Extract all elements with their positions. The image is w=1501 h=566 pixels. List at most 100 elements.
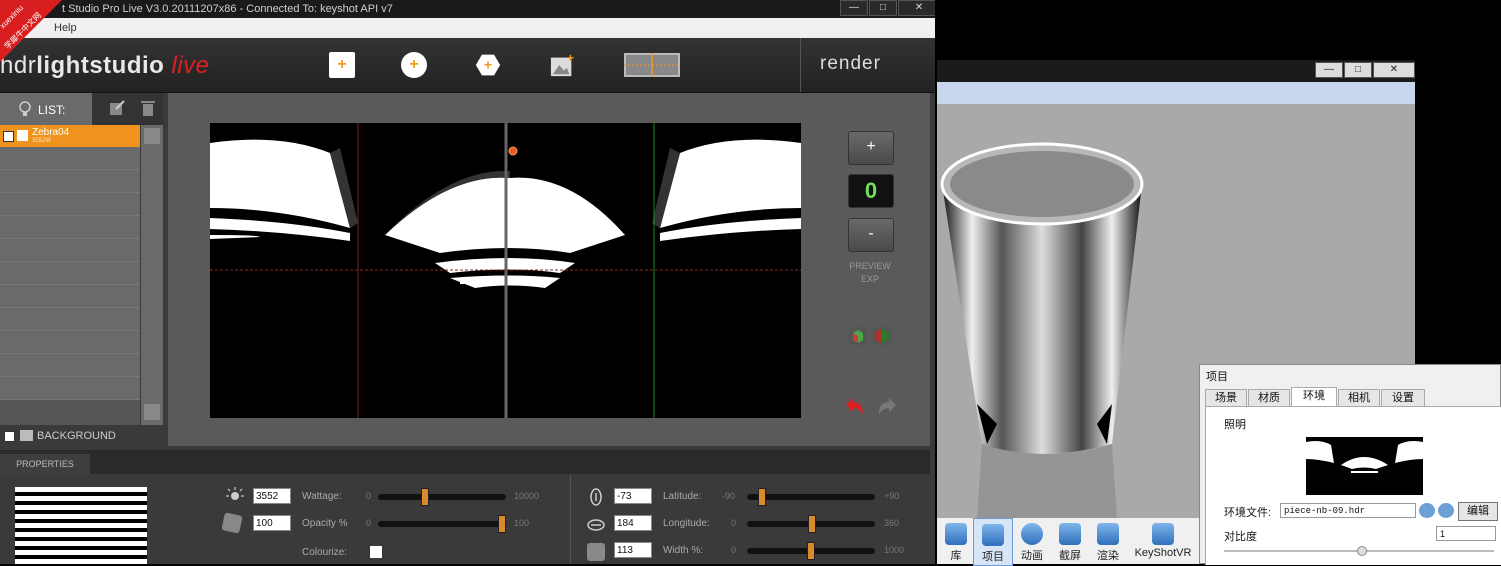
project-panel: 项目 场景 材质 环境 相机 设置 照明 环境文件: piece-nb-09.h… xyxy=(1199,364,1501,565)
list-item xyxy=(0,331,140,354)
cube-view-icon[interactable] xyxy=(848,326,868,346)
longitude-input[interactable]: 184 xyxy=(614,515,652,531)
longitude-icon xyxy=(587,519,605,531)
width-min: 0 xyxy=(731,545,737,555)
contrast-slider[interactable] xyxy=(1224,546,1494,556)
colourize-swatch[interactable] xyxy=(370,546,382,558)
background-label: BACKGROUND xyxy=(37,430,116,442)
watermark-corner xyxy=(0,0,62,62)
list-item xyxy=(0,216,140,239)
longitude-label: Longitude: xyxy=(663,518,710,529)
panorama-view-icon[interactable] xyxy=(624,52,680,78)
contrast-slider-thumb[interactable] xyxy=(1357,546,1367,556)
maximize-button[interactable]: □ xyxy=(869,0,897,16)
undo-icon[interactable] xyxy=(845,396,867,418)
render-teapot-button[interactable]: 渲染 xyxy=(1089,518,1127,564)
render-button[interactable]: render xyxy=(820,53,881,75)
minimize-button[interactable]: — xyxy=(840,0,868,16)
library-button[interactable]: 库 xyxy=(937,518,975,564)
latitude-input[interactable]: -73 xyxy=(614,488,652,504)
background-row[interactable]: BACKGROUND xyxy=(0,426,163,446)
opacity-input[interactable]: 100 xyxy=(253,515,291,531)
scroll-up-icon[interactable] xyxy=(144,128,160,144)
latitude-max: +90 xyxy=(884,491,900,501)
add-hexagon-light-icon[interactable]: + xyxy=(475,52,501,78)
visibility-checkbox[interactable] xyxy=(3,131,14,142)
background-icon xyxy=(20,430,33,441)
list-item xyxy=(0,308,140,331)
redo-icon[interactable] xyxy=(875,396,897,418)
edit-light-icon[interactable] xyxy=(108,99,126,117)
background-checkbox[interactable] xyxy=(4,431,15,442)
environment-preview-image xyxy=(1306,441,1423,473)
light-name: Zebra04 xyxy=(32,127,70,138)
environment-thumbnail[interactable] xyxy=(1306,437,1423,495)
screenshot-button[interactable]: 截屏 xyxy=(1051,518,1089,564)
edit-button[interactable]: 编辑 xyxy=(1458,502,1498,521)
width-icon xyxy=(587,543,605,561)
project-button[interactable]: 项目 xyxy=(973,518,1013,566)
properties-tab[interactable]: PROPERTIES xyxy=(0,454,90,474)
longitude-slider-thumb[interactable] xyxy=(808,515,816,533)
longitude-slider[interactable] xyxy=(747,515,875,533)
width-slider-thumb[interactable] xyxy=(807,542,815,560)
clock-icon xyxy=(1021,523,1043,545)
wattage-label: Wattage: xyxy=(302,491,342,502)
keyshot-close-button[interactable]: ✕ xyxy=(1373,62,1415,78)
exposure-plus-button[interactable]: + xyxy=(848,131,894,165)
contrast-input[interactable]: 1 xyxy=(1436,526,1496,541)
svg-text:+: + xyxy=(567,52,574,65)
camera-icon xyxy=(1059,523,1081,545)
opacity-slider-thumb[interactable] xyxy=(498,515,506,533)
latitude-slider[interactable] xyxy=(747,488,875,506)
refresh-icon[interactable] xyxy=(1438,503,1454,518)
opacity-slider[interactable] xyxy=(378,515,506,533)
longitude-min: 0 xyxy=(731,518,737,528)
scroll-down-icon[interactable] xyxy=(144,404,160,420)
logo-live: live xyxy=(171,52,210,79)
hdr-canvas[interactable] xyxy=(210,123,801,418)
add-circle-light-icon[interactable]: + xyxy=(401,52,427,78)
width-input[interactable]: 113 xyxy=(614,542,652,558)
render-label: 渲染 xyxy=(1097,550,1119,562)
add-image-light-icon[interactable]: + xyxy=(550,52,576,78)
browse-icon[interactable] xyxy=(1419,503,1435,518)
hdr-light-studio-window: t Studio Pro Live V3.0.20111207x86 - Con… xyxy=(0,0,935,564)
lighting-section-label: 照明 xyxy=(1224,419,1246,431)
environment-tab-body: 照明 环境文件: piece-nb-09.hdr 编辑 对比度 1 xyxy=(1205,406,1501,565)
list-scrollbar[interactable] xyxy=(141,125,163,425)
trash-icon[interactable] xyxy=(140,99,156,117)
add-rect-light-icon[interactable]: + xyxy=(329,52,355,78)
window-title: t Studio Pro Live V3.0.20111207x86 - Con… xyxy=(62,3,393,15)
close-button[interactable]: ✕ xyxy=(898,0,935,16)
list-item xyxy=(0,170,140,193)
wattage-input[interactable]: 3552 xyxy=(253,488,291,504)
wattage-slider[interactable] xyxy=(378,488,506,506)
width-slider[interactable] xyxy=(747,542,875,560)
list-item-selected[interactable]: Zebra04 3552W xyxy=(0,125,140,147)
library-icon xyxy=(945,523,967,545)
keyshot-title-bar: — □ ✕ xyxy=(937,60,1415,82)
latitude-slider-thumb[interactable] xyxy=(758,488,766,506)
library-label: 库 xyxy=(950,550,962,562)
lightbulb-icon xyxy=(19,101,31,116)
sphere-view-icon[interactable] xyxy=(872,326,892,346)
exp-label: EXP xyxy=(860,274,879,284)
tab-environment[interactable]: 环境 xyxy=(1291,387,1337,408)
animation-button[interactable]: 动画 xyxy=(1013,518,1051,564)
latitude-label: Latitude: xyxy=(663,491,702,502)
light-type-icon xyxy=(17,130,28,141)
keyshot-minimize-button[interactable]: — xyxy=(1315,62,1343,78)
wattage-slider-thumb[interactable] xyxy=(421,488,429,506)
keyshot-toolbar: 库 项目 动画 截屏 渲染 KeyShotVR xyxy=(937,518,1201,566)
width-max: 1000 xyxy=(884,545,905,555)
list-item xyxy=(0,285,140,308)
keyshotvr-icon xyxy=(1152,523,1174,545)
exposure-minus-button[interactable]: - xyxy=(848,218,894,252)
light-list: Zebra04 3552W xyxy=(0,125,140,425)
keyshotvr-button[interactable]: KeyShotVR xyxy=(1133,518,1193,564)
keyshot-maximize-button[interactable]: □ xyxy=(1344,62,1372,78)
env-file-input[interactable]: piece-nb-09.hdr xyxy=(1280,503,1416,518)
opacity-label: Opacity % xyxy=(302,518,348,529)
list-tab[interactable]: LIST: xyxy=(0,93,92,125)
